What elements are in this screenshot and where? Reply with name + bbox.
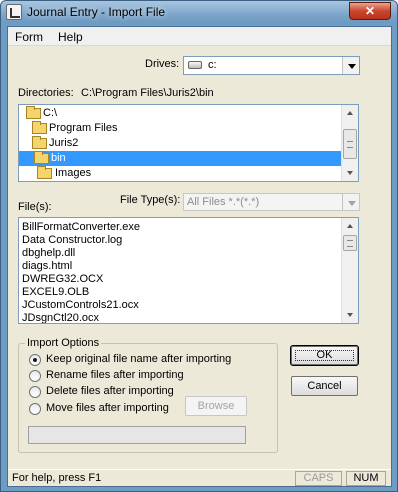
import-file-window: Journal Entry - Import File ✕ Form Help … xyxy=(0,0,398,492)
file-item[interactable]: Data Constructor.log xyxy=(22,234,122,246)
file-type-combobox[interactable]: All Files *.*(*.*) xyxy=(183,193,360,211)
radio-button[interactable] xyxy=(29,354,41,366)
menu-form[interactable]: Form xyxy=(15,30,43,44)
file-item[interactable]: JCustomControls21.ocx xyxy=(22,299,139,311)
file-item[interactable]: EXCEL9.OLB xyxy=(22,286,89,298)
file-item[interactable]: diags.html xyxy=(22,260,72,272)
drive-icon xyxy=(188,61,202,69)
drives-dropdown-arrow-icon[interactable] xyxy=(342,57,359,74)
directories-label: Directories: xyxy=(18,87,74,99)
file-type-dropdown-arrow-icon[interactable] xyxy=(342,194,359,210)
radio-keep-name[interactable]: Keep original file name after importing xyxy=(29,353,231,367)
directory-item-selected[interactable]: bin xyxy=(19,151,341,166)
title-bar[interactable]: Journal Entry - Import File ✕ xyxy=(1,1,397,23)
dialog-client-area: Form Help Drives: c: Directories: C:\Pro… xyxy=(7,26,392,487)
drives-value: c: xyxy=(208,59,217,71)
app-icon xyxy=(6,4,22,20)
drives-label: Drives: xyxy=(145,58,180,70)
menu-bar: Form Help xyxy=(8,27,391,46)
scroll-up-icon[interactable] xyxy=(342,218,358,234)
ok-button[interactable]: OK xyxy=(290,345,359,366)
file-item[interactable]: dbghelp.dll xyxy=(22,247,75,259)
scroll-down-icon[interactable] xyxy=(342,307,358,323)
directory-item[interactable]: C:\ xyxy=(19,106,341,121)
move-destination-field[interactable] xyxy=(28,426,246,444)
file-type-value: All Files *.*(*.*) xyxy=(187,196,260,208)
status-bar: For help, press F1 CAPS NUM xyxy=(8,469,391,486)
window-title: Journal Entry - Import File xyxy=(27,5,166,19)
file-item[interactable]: JDsgnCtl20.ocx xyxy=(22,312,99,323)
file-type-label: File Type(s): xyxy=(120,194,181,206)
files-label: File(s): xyxy=(18,201,52,213)
folder-open-icon xyxy=(32,136,47,149)
cancel-button[interactable]: Cancel xyxy=(291,376,358,396)
folder-open-icon xyxy=(32,121,47,134)
menu-help[interactable]: Help xyxy=(58,30,83,44)
close-button[interactable]: ✕ xyxy=(349,2,391,20)
folder-open-icon xyxy=(34,151,49,164)
directories-listbox[interactable]: C:\ Program Files Juris2 bin Images xyxy=(18,104,359,182)
scroll-up-icon[interactable] xyxy=(342,105,358,121)
scroll-thumb[interactable] xyxy=(343,235,357,251)
directory-item[interactable]: Images xyxy=(19,166,341,181)
directories-path: C:\Program Files\Juris2\bin xyxy=(81,87,214,99)
status-text: For help, press F1 xyxy=(12,472,102,484)
directory-item[interactable]: Program Files xyxy=(19,121,341,136)
radio-button[interactable] xyxy=(29,403,41,415)
folder-open-icon xyxy=(26,106,41,119)
scroll-thumb[interactable] xyxy=(343,129,357,159)
num-indicator: NUM xyxy=(346,471,386,486)
directory-item[interactable]: Juris2 xyxy=(19,136,341,151)
file-item[interactable]: BillFormatConverter.exe xyxy=(22,221,140,233)
file-item[interactable]: DWREG32.OCX xyxy=(22,273,103,285)
import-options-title: Import Options xyxy=(25,337,102,349)
radio-rename[interactable]: Rename files after importing xyxy=(29,369,229,383)
files-scrollbar[interactable] xyxy=(341,218,358,323)
files-listbox[interactable]: BillFormatConverter.exe Data Constructor… xyxy=(18,217,359,324)
radio-button[interactable] xyxy=(29,386,41,398)
radio-button[interactable] xyxy=(29,370,41,382)
radio-move[interactable]: Move files after importing xyxy=(29,402,179,416)
import-options-group: Import Options Keep original file name a… xyxy=(18,337,278,453)
folder-closed-icon xyxy=(37,166,52,179)
directories-scrollbar[interactable] xyxy=(341,105,358,181)
browse-button[interactable]: Browse xyxy=(185,396,247,416)
drives-combobox[interactable]: c: xyxy=(183,56,360,75)
scroll-down-icon[interactable] xyxy=(342,165,358,181)
caps-indicator: CAPS xyxy=(295,471,342,486)
